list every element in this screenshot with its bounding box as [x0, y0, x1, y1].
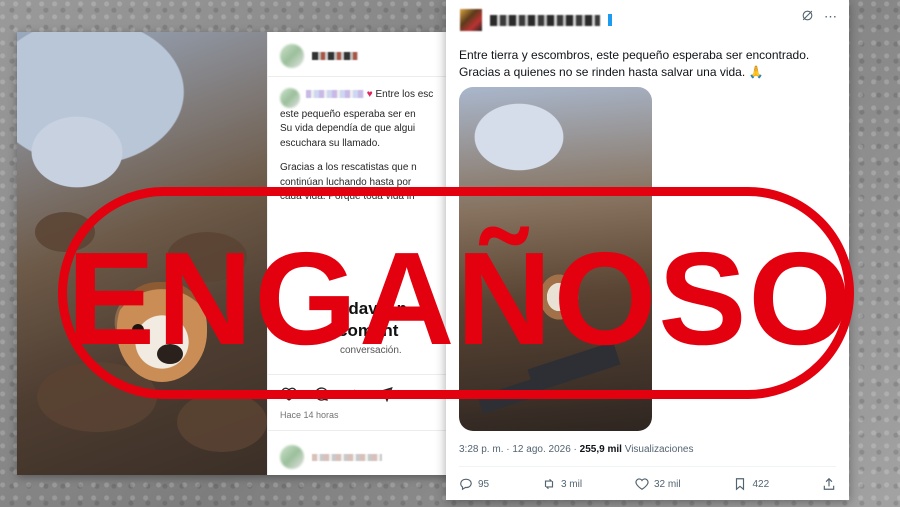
x-post-top-actions: ⋯ [801, 9, 837, 25]
post-time: Hace 14 horas [280, 410, 339, 420]
reply-icon [460, 478, 472, 491]
post-author[interactable] [280, 44, 358, 68]
repost-count: 3 mil [560, 478, 583, 490]
caption-avatar [280, 88, 300, 108]
like-count: 32 mil [653, 478, 681, 490]
bookmark-button[interactable]: 422 [733, 477, 769, 491]
x-post-text-line-1: Entre tierra y escombros, este pequeño e… [459, 48, 810, 62]
heart-emoji-icon: ♥ [366, 89, 373, 100]
blurred-text [312, 453, 382, 461]
grok-icon[interactable] [801, 9, 814, 25]
x-post-actions: 95 3 mil 32 mil 422 [459, 477, 836, 491]
like-button[interactable]: 32 mil [635, 477, 681, 491]
repost-button[interactable]: 3 mil [542, 477, 582, 491]
bookmark-count: 422 [752, 478, 770, 490]
bookmark-icon [736, 478, 745, 491]
heart-icon [635, 478, 649, 490]
caption-line-5: Gracias a los rescatistas que n [280, 162, 417, 174]
share-icon [823, 477, 835, 490]
x-post-text: Entre tierra y escombros, este pequeño e… [459, 47, 839, 80]
reply-count: 95 [478, 478, 490, 490]
share-button[interactable] [822, 477, 836, 491]
caption-line-1: Entre los esc [375, 89, 434, 100]
verified-badge-icon [608, 14, 612, 26]
author-name-blurred [312, 52, 358, 60]
caption-line-3: Su vida dependía de que algui [280, 123, 416, 135]
views-count: 255,9 mil [579, 444, 622, 455]
x-author-avatar [460, 9, 482, 31]
comment-input-row[interactable] [280, 445, 382, 469]
misleading-stamp-label: ENGAÑOSO [67, 225, 854, 372]
author-avatar [280, 44, 304, 68]
more-options-icon[interactable]: ⋯ [824, 9, 837, 25]
reply-button[interactable]: 95 [459, 477, 489, 491]
views-label: Visualizaciones [624, 444, 694, 455]
caption-username-blurred [306, 90, 364, 99]
misleading-stamp: ENGAÑOSO [58, 187, 854, 399]
x-post-meta: 3:28 p. m. · 12 ago. 2026 · 255,9 mil Vi… [459, 444, 694, 455]
post-date: 12 ago. 2026 [512, 444, 571, 455]
caption-line-4: escuchara su llamado. [280, 137, 381, 149]
post-time: 3:28 p. m. [459, 444, 504, 455]
x-post-author[interactable] [460, 9, 612, 31]
x-author-name-blurred [490, 14, 600, 26]
viewer-avatar [280, 445, 304, 469]
x-post-text-line-2: Gracias a quienes no se rinden hasta sal… [459, 64, 764, 79]
caption-line-2: este pequeño esperaba ser en [280, 109, 416, 120]
repost-icon [544, 478, 554, 490]
